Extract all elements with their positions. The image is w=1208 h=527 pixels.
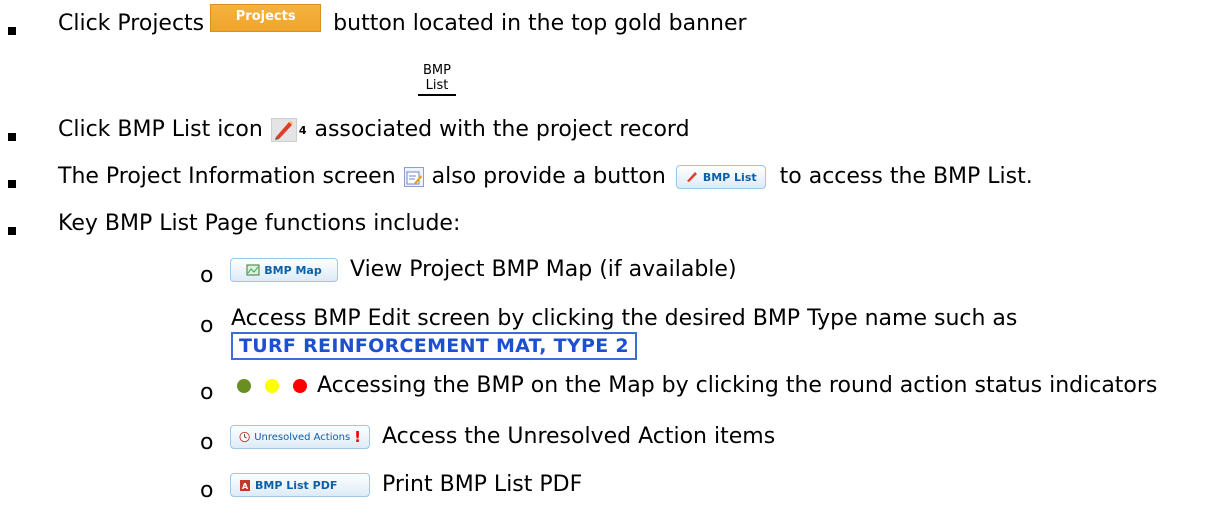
instruction-text: The Project Information screen <box>58 164 396 189</box>
instruction-text: button located in the top gold banner <box>333 11 747 36</box>
sub-bullet: o <box>200 478 214 503</box>
bullet <box>8 27 16 35</box>
instruction-text: to access the BMP List. <box>779 164 1033 189</box>
status-indicator-red[interactable] <box>293 379 307 393</box>
alert-mark: ! <box>354 428 361 446</box>
bmp-map-button[interactable]: BMP Map <box>230 258 338 282</box>
unresolved-actions-button[interactable]: Unresolved Actions ! <box>230 425 370 449</box>
bmp-list-pencil-icon[interactable] <box>270 118 297 142</box>
bmp-list-column-header: BMP List <box>418 63 456 96</box>
bmp-type-link[interactable]: TURF REINFORCEMENT MAT, TYPE 2 <box>231 332 637 360</box>
bullet <box>8 133 16 141</box>
instruction-text: Access the Unresolved Action items <box>382 424 776 449</box>
sub-bullet: o <box>200 263 214 288</box>
edit-project-icon[interactable] <box>403 167 424 187</box>
projects-button[interactable]: Projects <box>210 4 322 32</box>
sub-bullet: o <box>200 313 214 338</box>
bmp-list-button-label: BMP List <box>702 170 757 184</box>
status-indicator-yellow[interactable] <box>265 379 279 393</box>
svg-text:A: A <box>242 482 249 491</box>
instruction-text: Print BMP List PDF <box>382 472 583 497</box>
bullet <box>8 227 16 235</box>
sub-bullet: o <box>200 380 214 405</box>
instruction-text: Key BMP List Page functions include: <box>58 211 461 236</box>
instruction-text: Access BMP Edit screen by clicking the d… <box>231 306 1018 331</box>
instruction-text: Click BMP List icon <box>58 117 263 142</box>
instruction-text: associated with the project record <box>314 117 690 142</box>
bmp-map-button-label: BMP Map <box>264 263 322 277</box>
instruction-text: Click Projects <box>58 11 205 36</box>
sub-bullet: o <box>200 430 214 455</box>
bmp-list-pdf-button[interactable]: A BMP List PDF <box>230 473 370 497</box>
instruction-text: View Project BMP Map (if available) <box>350 257 737 282</box>
bmp-list-pdf-label: BMP List PDF <box>255 478 338 492</box>
bmp-count: 4 <box>298 123 307 137</box>
instruction-text: also provide a button <box>431 164 666 189</box>
instruction-text: Accessing the BMP on the Map by clicking… <box>317 373 1158 398</box>
pencil-icon <box>686 172 697 182</box>
bullet <box>8 180 16 188</box>
unresolved-actions-label: Unresolved Actions <box>254 431 351 443</box>
bmp-list-button[interactable]: BMP List <box>675 165 766 189</box>
pdf-icon: A <box>240 479 250 491</box>
map-icon <box>246 264 260 276</box>
alarm-clock-icon <box>239 431 250 443</box>
status-indicator-green[interactable] <box>237 379 251 393</box>
